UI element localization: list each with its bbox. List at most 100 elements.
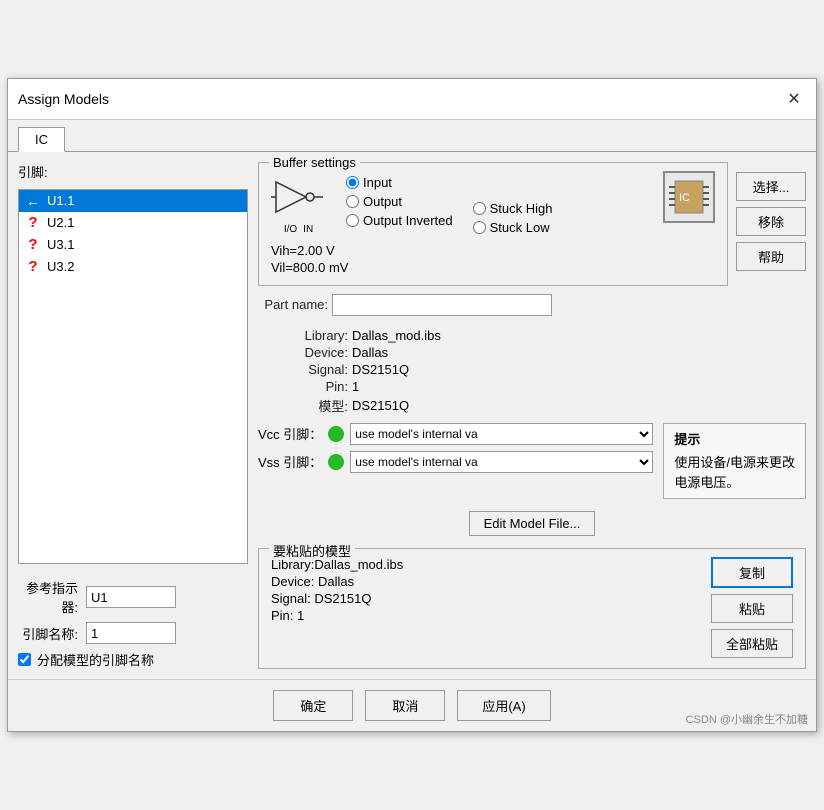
bottom-bar: 确定 取消 应用(A) CSDN @小幽余生不加糖 (8, 679, 816, 731)
assign-models-dialog: Assign Models ✕ IC 引脚: ← U1.1 ? U2.1 ? (7, 78, 817, 733)
pin-list-label: 引脚: (18, 162, 248, 181)
confirm-button[interactable]: 确定 (273, 690, 353, 721)
help-button[interactable]: 帮助 (736, 242, 806, 271)
part-name-input[interactable] (332, 294, 552, 316)
svg-text:IC: IC (679, 192, 690, 204)
radio-output-inverted[interactable] (346, 214, 359, 227)
paste-device: Device: Dallas (271, 574, 701, 589)
vcc-green-indicator (328, 426, 344, 442)
radio-stuck-low-row: Stuck Low (473, 220, 553, 235)
vcc-vss-section: Vcc 引脚： use model's internal va Vss 引脚： … (258, 423, 653, 473)
paste-group: 要粘贴的模型 Library:Dallas_mod.ibs Device: Da… (258, 548, 806, 669)
buffer-symbol-svg (271, 177, 326, 222)
vss-green-indicator (328, 454, 344, 470)
radio-stuck-high[interactable] (473, 202, 486, 215)
ref-section: 参考指示器: 引脚名称: 分配模型的引脚名称 (18, 572, 248, 669)
io-label: I/O (284, 224, 297, 235)
edit-model-button[interactable]: Edit Model File... (469, 511, 596, 536)
ic-chip-svg: IC (665, 173, 713, 221)
vss-row: Vss 引脚： use model's internal va (258, 451, 653, 473)
paste-buttons: 复制 粘贴 全部粘贴 (711, 557, 793, 658)
buffer-specs: Vih=2.00 V Vil=800.0 mV (271, 243, 715, 275)
radio-output-inv-label[interactable]: Output Inverted (363, 213, 453, 228)
vss-label: Vss 引脚： (258, 452, 322, 471)
part-info: Library: Dallas_mod.ibs Device: Dallas S… (258, 328, 806, 415)
buffer-inner: I/O IN Input Outpu (271, 171, 715, 235)
vcc-label: Vcc 引脚： (258, 424, 322, 443)
buffer-legend: Buffer settings (269, 155, 360, 170)
cancel-button[interactable]: 取消 (365, 690, 445, 721)
part-name-label: Part name: (258, 297, 328, 312)
hint-title: 提示 (674, 430, 795, 450)
pin-item[interactable]: ? U2.1 (19, 212, 247, 234)
copy-button[interactable]: 复制 (711, 557, 793, 588)
question-icon: ? (25, 215, 41, 231)
pin-label: U3.2 (47, 259, 74, 274)
paste-inner: Library:Dallas_mod.ibs Device: Dallas Si… (271, 557, 793, 658)
model-row: 模型: DS2151Q (278, 396, 806, 415)
radio-stuck-high-label[interactable]: Stuck High (490, 201, 553, 216)
pin-name-input[interactable] (86, 622, 176, 644)
paste-all-button[interactable]: 全部粘贴 (711, 629, 793, 658)
pin-label: U3.1 (47, 237, 74, 252)
vih-value: Vih=2.00 V (271, 243, 715, 258)
ref-designator-input[interactable] (86, 586, 176, 608)
remove-button[interactable]: 移除 (736, 207, 806, 236)
pin-label: U2.1 (47, 215, 74, 230)
radio-group-left: Input Output Output Inverted (346, 175, 453, 228)
pin-item[interactable]: ? U3.1 (19, 234, 247, 256)
watermark: CSDN @小幽余生不加糖 (686, 711, 808, 727)
library-value: Dallas_mod.ibs (352, 328, 441, 343)
main-content: 引脚: ← U1.1 ? U2.1 ? U3.1 ? U3.2 (8, 152, 816, 680)
pin-label: Pin: (278, 379, 348, 394)
library-label: Library: (278, 328, 348, 343)
paste-pin: Pin: 1 (271, 608, 701, 623)
radio-output-inv-row: Output Inverted (346, 213, 453, 228)
tab-ic[interactable]: IC (18, 127, 65, 152)
radio-input-label[interactable]: Input (363, 175, 392, 190)
model-label: 模型: (278, 396, 348, 415)
question-icon: ? (25, 259, 41, 275)
vss-select[interactable]: use model's internal va (350, 451, 653, 473)
radio-input-row: Input (346, 175, 453, 190)
close-button[interactable]: ✕ (782, 87, 806, 111)
pin-item[interactable]: ? U3.2 (19, 256, 247, 278)
apply-button[interactable]: 应用(A) (457, 690, 550, 721)
model-value: DS2151Q (352, 398, 409, 413)
right-panel: Buffer settings (258, 162, 806, 670)
signal-row: Signal: DS2151Q (278, 362, 806, 377)
pin-list[interactable]: ← U1.1 ? U2.1 ? U3.1 ? U3.2 (18, 189, 248, 565)
select-button[interactable]: 选择... (736, 172, 806, 201)
pin-row: Pin: 1 (278, 379, 806, 394)
radio-output-label[interactable]: Output (363, 194, 402, 209)
title-bar: Assign Models ✕ (8, 79, 816, 120)
ref-designator-label: 参考指示器: (18, 578, 78, 616)
radio-stuck-low-label[interactable]: Stuck Low (490, 220, 550, 235)
assign-model-checkbox[interactable] (18, 653, 31, 666)
radio-input[interactable] (346, 176, 359, 189)
ic-icon-wrapper: IC (663, 171, 715, 223)
pin-name-row: 引脚名称: (18, 622, 248, 644)
edit-model-row: Edit Model File... (258, 511, 806, 536)
paste-button[interactable]: 粘贴 (711, 594, 793, 623)
buffer-icon: I/O IN (271, 177, 326, 235)
vcc-row: Vcc 引脚： use model's internal va (258, 423, 653, 445)
radio-output[interactable] (346, 195, 359, 208)
pin-value: 1 (352, 379, 359, 394)
checkbox-label: 分配模型的引脚名称 (37, 650, 154, 669)
hint-box: 提示 使用设备/电源来更改 电源电压。 (663, 423, 806, 500)
pin-item[interactable]: ← U1.1 (19, 190, 247, 212)
signal-value: DS2151Q (352, 362, 409, 377)
radio-group-right: Stuck High Stuck Low (473, 201, 553, 235)
buffer-settings-group: Buffer settings (258, 162, 728, 286)
in-label: IN (303, 224, 313, 235)
vil-value: Vil=800.0 mV (271, 260, 715, 275)
paste-info: Library:Dallas_mod.ibs Device: Dallas Si… (271, 557, 701, 658)
vcc-select[interactable]: use model's internal va (350, 423, 653, 445)
radio-stuck-low[interactable] (473, 221, 486, 234)
pin-label: U1.1 (47, 193, 74, 208)
signal-label: Signal: (278, 362, 348, 377)
device-value: Dallas (352, 345, 388, 360)
device-label: Device: (278, 345, 348, 360)
checkbox-row: 分配模型的引脚名称 (18, 650, 248, 669)
